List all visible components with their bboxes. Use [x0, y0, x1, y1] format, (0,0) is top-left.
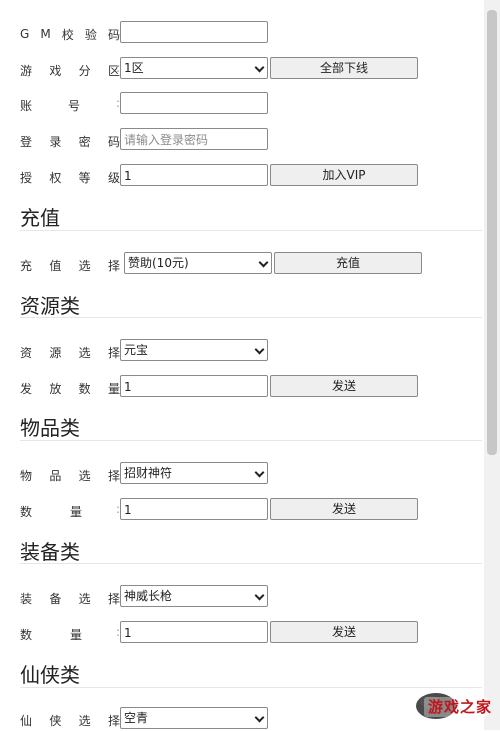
auth-level-row: 授权等级 : 1 加入VIP [0, 164, 484, 188]
account-input[interactable] [120, 92, 268, 114]
item-qty-row: 数量 : 1 发送 [0, 498, 484, 522]
section-title-equip: 装备类 [20, 540, 80, 564]
equip-select-label: 装备选择 [20, 591, 120, 606]
equip-selected: 神威长枪 [124, 589, 173, 603]
equip-qty-input[interactable]: 1 [120, 621, 268, 643]
server-zone-label: 游戏分区 [20, 63, 120, 78]
gm-code-row: GM校验码 : [0, 21, 484, 45]
section-title-item: 物品类 [20, 416, 80, 440]
account-row: 账号 : [0, 92, 484, 116]
join-vip-button[interactable]: 加入VIP [270, 164, 418, 186]
item-qty-input[interactable]: 1 [120, 498, 268, 520]
issue-qty-label: 发放数量 [20, 381, 120, 396]
resource-selected: 元宝 [124, 343, 149, 357]
section-title-xianxia: 仙侠类 [20, 663, 80, 687]
login-password-input[interactable]: 请输入登录密码 [120, 128, 268, 150]
gm-code-input[interactable] [120, 21, 268, 43]
auth-level-label: 授权等级 [20, 170, 120, 185]
issue-qty-row: 发放数量 : 1 发送 [0, 375, 484, 399]
recharge-button[interactable]: 充值 [274, 252, 422, 274]
divider [20, 687, 482, 688]
server-zone-row: 游戏分区 : 1区 全部下线 [0, 57, 484, 81]
chevron-down-icon [254, 712, 265, 723]
watermark-logo: 游戏之家 [414, 688, 494, 722]
xianxia-select-label: 仙侠选择 [20, 713, 120, 728]
section-title-recharge: 充值 [20, 206, 60, 230]
xianxia-row: 仙侠选择 空青 [0, 707, 484, 731]
item-select[interactable]: 招财神符 [120, 462, 268, 484]
send-item-button[interactable]: 发送 [270, 498, 418, 520]
recharge-selected: 赞助(10元) [128, 256, 189, 270]
equip-qty-row: 数量 : 1 发送 [0, 621, 484, 645]
send-resource-button[interactable]: 发送 [270, 375, 418, 397]
chevron-down-icon [254, 590, 265, 601]
recharge-row: 充值选择 赞助(10元) 充值 [0, 252, 484, 276]
watermark-text: 游戏之家 [428, 698, 493, 716]
server-zone-select[interactable]: 1区 [120, 57, 268, 79]
chevron-down-icon [254, 467, 265, 478]
equip-row: 装备选择 神威长枪 [0, 585, 484, 609]
vertical-scrollbar[interactable] [484, 0, 500, 730]
resource-select[interactable]: 元宝 [120, 339, 268, 361]
section-title-resource: 资源类 [20, 294, 80, 318]
equip-select[interactable]: 神威长枪 [120, 585, 268, 607]
xianxia-select[interactable]: 空青 [120, 707, 268, 729]
all-offline-button[interactable]: 全部下线 [270, 57, 418, 79]
chevron-down-icon [254, 344, 265, 355]
item-select-label: 物品选择 [20, 468, 120, 483]
chevron-down-icon [258, 257, 269, 268]
login-password-label: 登录密码 [20, 134, 120, 149]
account-label: 账号 [20, 98, 80, 113]
chevron-down-icon [254, 62, 265, 73]
xianxia-selected: 空青 [124, 711, 149, 725]
divider [20, 440, 482, 441]
item-qty-label: 数量 [20, 504, 82, 519]
server-zone-selected: 1区 [124, 61, 144, 75]
divider [20, 317, 482, 318]
recharge-select-label: 充值选择 [20, 258, 120, 273]
equip-qty-label: 数量 [20, 627, 82, 642]
auth-level-input[interactable]: 1 [120, 164, 268, 186]
resource-select-label: 资源选择 [20, 345, 120, 360]
item-selected: 招财神符 [124, 466, 173, 480]
login-password-row: 登录密码 : 请输入登录密码 [0, 128, 484, 152]
gm-tool-panel: GM校验码 : 游戏分区 : 1区 全部下线 账号 : 登录密码 : 请输入登录… [0, 0, 484, 730]
divider [20, 563, 482, 564]
gm-code-label: GM校验码 [20, 27, 120, 42]
issue-qty-input[interactable]: 1 [120, 375, 268, 397]
recharge-select[interactable]: 赞助(10元) [124, 252, 272, 274]
resource-row: 资源选择 元宝 [0, 339, 484, 363]
divider [20, 230, 482, 231]
send-equip-button[interactable]: 发送 [270, 621, 418, 643]
scrollbar-thumb[interactable] [487, 10, 497, 455]
item-row: 物品选择 招财神符 [0, 462, 484, 486]
